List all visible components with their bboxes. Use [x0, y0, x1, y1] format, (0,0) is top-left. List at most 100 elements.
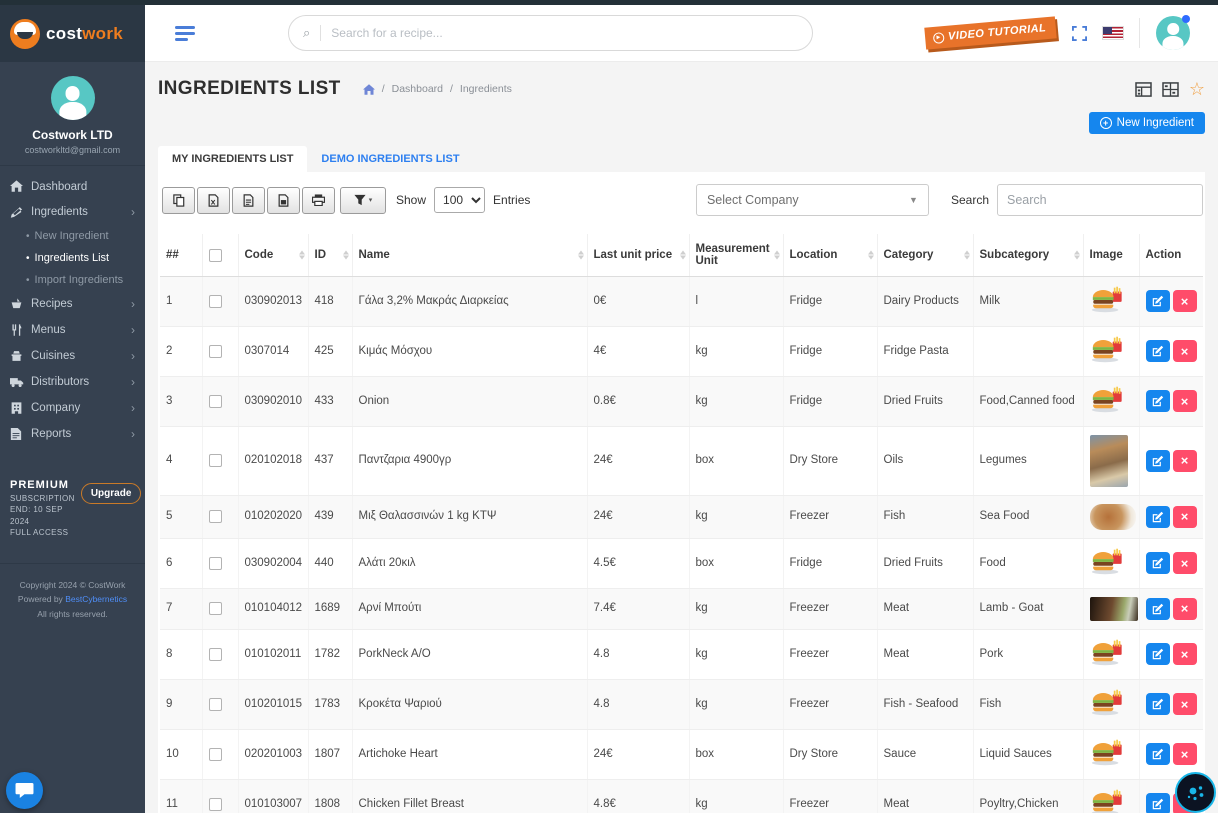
breadcrumb-ingredients[interactable]: Ingredients: [460, 83, 512, 95]
edit-button[interactable]: [1146, 552, 1170, 574]
cell-unit: box: [689, 729, 783, 779]
sort-icon[interactable]: [343, 251, 349, 260]
menu-toggle-icon[interactable]: [175, 23, 195, 44]
sidebar-item-company[interactable]: Company ›: [0, 395, 145, 421]
fullscreen-icon[interactable]: [1072, 26, 1087, 41]
sort-icon[interactable]: [578, 251, 584, 260]
edit-button[interactable]: [1146, 643, 1170, 665]
row-checkbox[interactable]: [209, 345, 222, 358]
favorite-star-icon[interactable]: ☆: [1189, 80, 1205, 98]
recipe-search[interactable]: ⌕: [288, 15, 813, 51]
breadcrumb-dashboard[interactable]: Dashboard: [392, 83, 443, 95]
pdf-export-button[interactable]: [267, 187, 300, 214]
cell-action: ×: [1139, 629, 1203, 679]
sidebar-item-new-ingredient[interactable]: • New Ingredient: [0, 225, 145, 247]
bestcybernetics-link[interactable]: BestCybernetics: [65, 594, 127, 604]
sidebar-item-menus[interactable]: Menus ›: [0, 317, 145, 343]
delete-button[interactable]: ×: [1173, 450, 1197, 472]
sort-icon[interactable]: [680, 251, 686, 260]
row-checkbox[interactable]: [209, 557, 222, 570]
print-button[interactable]: [302, 187, 335, 214]
column-header-id[interactable]: ID: [308, 234, 352, 277]
select-all-checkbox[interactable]: [209, 249, 222, 262]
company-select[interactable]: Select Company ▼: [696, 184, 929, 216]
row-checkbox[interactable]: [209, 748, 222, 761]
excel-export-button[interactable]: [197, 187, 230, 214]
row-checkbox[interactable]: [209, 648, 222, 661]
row-checkbox[interactable]: [209, 602, 222, 615]
column-header-last-unit-price[interactable]: Last unit price: [587, 234, 689, 277]
chat-widget-button[interactable]: [6, 772, 43, 809]
sidebar-item-distributors[interactable]: Distributors ›: [0, 369, 145, 395]
column-header-name[interactable]: Name: [352, 234, 587, 277]
filter-button[interactable]: ▾: [340, 187, 386, 214]
tab-demo-ingredients-list[interactable]: DEMO INGREDIENTS LIST: [307, 146, 473, 172]
sidebar-item-ingredients[interactable]: Ingredients ›: [0, 199, 145, 225]
sort-icon[interactable]: [774, 251, 780, 260]
sort-icon[interactable]: [868, 251, 874, 260]
column-header-code[interactable]: Code: [238, 234, 308, 277]
sidebar-item-reports[interactable]: Reports ›: [0, 421, 145, 447]
user-avatar[interactable]: [51, 76, 95, 120]
sidebar-item-recipes[interactable]: Recipes ›: [0, 291, 145, 317]
edit-button[interactable]: [1146, 290, 1170, 312]
video-tutorial-button[interactable]: ▶ VIDEO TUTORIAL: [924, 16, 1057, 49]
grid-view-icon[interactable]: [1162, 82, 1179, 97]
row-checkbox[interactable]: [209, 395, 222, 408]
delete-button[interactable]: ×: [1173, 743, 1197, 765]
tab-my-ingredients-list[interactable]: MY INGREDIENTS LIST: [158, 146, 307, 172]
sidebar-item-import-ingredients[interactable]: • Import Ingredients: [0, 269, 145, 291]
cell-unit: kg: [689, 588, 783, 629]
cell-price: 4.8€: [587, 779, 689, 813]
row-checkbox[interactable]: [209, 698, 222, 711]
delete-button[interactable]: ×: [1173, 552, 1197, 574]
delete-button[interactable]: ×: [1173, 390, 1197, 412]
delete-button[interactable]: ×: [1173, 643, 1197, 665]
chevron-down-icon: ▾: [369, 196, 373, 204]
delete-button[interactable]: ×: [1173, 290, 1197, 312]
page-length-select[interactable]: 100: [434, 187, 485, 213]
sidebar-item-dashboard[interactable]: Dashboard: [0, 174, 145, 199]
edit-button[interactable]: [1146, 743, 1170, 765]
row-number: 6: [160, 538, 202, 588]
new-ingredient-button[interactable]: + New Ingredient: [1089, 112, 1205, 134]
sidebar-item-ingredients-list[interactable]: • Ingredients List: [0, 247, 145, 269]
column-header-measurement-unit[interactable]: Measurement Unit: [689, 234, 783, 277]
edit-button[interactable]: [1146, 598, 1170, 620]
edit-button[interactable]: [1146, 340, 1170, 362]
sort-icon[interactable]: [1074, 251, 1080, 260]
row-checkbox[interactable]: [209, 510, 222, 523]
edit-button[interactable]: [1146, 390, 1170, 412]
burger-image: [1090, 335, 1124, 363]
delete-button[interactable]: ×: [1173, 506, 1197, 528]
brand-logo[interactable]: costwork: [0, 5, 145, 62]
edit-button[interactable]: [1146, 793, 1170, 813]
edit-button[interactable]: [1146, 450, 1170, 472]
delete-button[interactable]: ×: [1173, 340, 1197, 362]
table-search-input[interactable]: [997, 184, 1203, 216]
language-flag-us[interactable]: [1103, 27, 1123, 39]
upgrade-button[interactable]: Upgrade: [81, 483, 142, 504]
column-header-location[interactable]: Location: [783, 234, 877, 277]
table-view-icon[interactable]: [1135, 82, 1152, 97]
accessibility-widget-button[interactable]: [1175, 772, 1216, 813]
column-header-category[interactable]: Category: [877, 234, 973, 277]
delete-button[interactable]: ×: [1173, 598, 1197, 620]
sidebar-item-cuisines[interactable]: Cuisines ›: [0, 343, 145, 369]
sort-icon[interactable]: [964, 251, 970, 260]
row-checkbox[interactable]: [209, 295, 222, 308]
recipe-search-input[interactable]: [331, 26, 798, 40]
delete-button[interactable]: ×: [1173, 693, 1197, 715]
sort-icon[interactable]: [299, 251, 305, 260]
copy-button[interactable]: [162, 187, 195, 214]
edit-button[interactable]: [1146, 506, 1170, 528]
row-checkbox[interactable]: [209, 454, 222, 467]
cell-category: Meat: [877, 629, 973, 679]
cell-select: [202, 779, 238, 813]
edit-button[interactable]: [1146, 693, 1170, 715]
csv-export-button[interactable]: [232, 187, 265, 214]
column-header-subcategory[interactable]: Subcategory: [973, 234, 1083, 277]
row-checkbox[interactable]: [209, 798, 222, 811]
cell-price: 0€: [587, 277, 689, 327]
breadcrumb-home-icon[interactable]: [363, 84, 375, 95]
